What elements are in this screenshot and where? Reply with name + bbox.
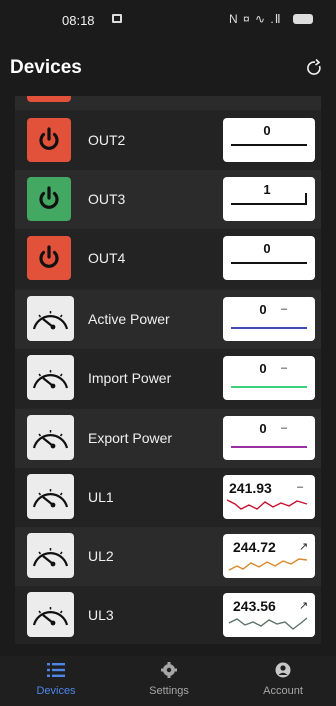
power-icon	[39, 245, 59, 268]
sparkline	[231, 386, 307, 388]
app-header: Devices	[0, 40, 336, 96]
value-step	[305, 193, 307, 205]
value-card: 241.93 –	[223, 475, 315, 519]
gauge-icon	[32, 430, 69, 449]
status-time: 08:18	[62, 13, 95, 28]
device-label: Import Power	[88, 370, 172, 386]
device-label: Export Power	[88, 430, 173, 446]
nav-label: Devices	[36, 685, 76, 697]
power-button[interactable]	[27, 96, 71, 102]
device-value: 243.56	[233, 598, 276, 614]
bottom-nav: Devices Settings Account	[0, 656, 336, 706]
trend-icon: ↗	[299, 541, 309, 553]
gear-icon	[161, 662, 177, 678]
notification-icon	[112, 14, 122, 23]
sparkline	[231, 446, 307, 448]
account-icon	[275, 662, 291, 678]
device-row-ul1[interactable]: UL1 241.93 –	[15, 468, 321, 527]
device-value: 1	[263, 182, 271, 197]
sparkline	[231, 327, 307, 329]
device-label: UL2	[88, 548, 114, 564]
meter-button[interactable]	[27, 474, 74, 519]
device-row-partial	[15, 96, 321, 110]
device-row-active-power[interactable]: Active Power 0 –	[15, 290, 321, 349]
value-underline	[231, 203, 307, 205]
power-button[interactable]	[27, 177, 71, 221]
device-row-export-power[interactable]: Export Power 0 –	[15, 409, 321, 468]
meter-button[interactable]	[27, 355, 74, 400]
trend-icon: –	[281, 362, 288, 374]
device-row-out3[interactable]: OUT3 1	[15, 170, 321, 229]
status-indicators: N ¤ ∿ .Ⅱ	[229, 12, 282, 26]
power-button[interactable]	[27, 236, 71, 280]
refresh-icon[interactable]	[304, 58, 324, 78]
device-row-out4[interactable]: OUT4 0	[15, 229, 321, 288]
device-label: UL1	[88, 489, 114, 505]
device-value: 241.93	[229, 480, 272, 496]
device-row-import-power[interactable]: Import Power 0 –	[15, 349, 321, 408]
page-title: Devices	[10, 57, 82, 78]
gauge-icon	[32, 548, 69, 567]
meter-button[interactable]	[27, 296, 74, 341]
gauge-icon	[32, 370, 69, 389]
device-list[interactable]: OUT2 0 OUT3 1 OUT4 0 Active Power 0 – Im…	[15, 96, 321, 644]
device-value: 0	[259, 302, 267, 317]
value-card: 0 –	[223, 356, 315, 400]
trend-icon: –	[281, 303, 288, 315]
device-value: 0	[263, 241, 271, 256]
trend-icon: –	[281, 422, 288, 434]
value-card: 0	[223, 236, 315, 280]
nav-label: Account	[263, 685, 303, 697]
battery-icon	[293, 14, 313, 24]
device-row-ul2[interactable]: UL2 244.72 ↗	[15, 527, 321, 586]
value-card: 1	[223, 177, 315, 221]
device-value: 0	[259, 421, 267, 436]
meter-button[interactable]	[27, 533, 74, 578]
trend-icon: –	[297, 481, 304, 493]
gauge-icon	[32, 607, 69, 626]
device-value: 0	[259, 361, 267, 376]
device-label: Active Power	[88, 311, 170, 327]
nav-account[interactable]: Account	[243, 660, 323, 704]
value-card: 243.56 ↗	[223, 593, 315, 637]
power-button[interactable]	[27, 118, 71, 162]
device-label: OUT3	[88, 191, 126, 207]
meter-button[interactable]	[27, 415, 74, 460]
gauge-icon	[32, 311, 69, 330]
device-row-out2[interactable]: OUT2 0	[15, 111, 321, 170]
gauge-icon	[32, 489, 69, 508]
device-label: OUT4	[88, 250, 126, 266]
sparkline	[227, 499, 308, 510]
device-label: UL3	[88, 607, 114, 623]
trend-icon: ↗	[299, 600, 309, 612]
device-value: 0	[263, 123, 271, 138]
meter-button[interactable]	[27, 592, 74, 637]
value-underline	[231, 262, 307, 264]
device-row-ul3[interactable]: UL3 243.56 ↗	[15, 586, 321, 644]
nav-devices[interactable]: Devices	[16, 660, 96, 704]
power-icon	[39, 186, 59, 209]
sparkline	[228, 558, 308, 571]
device-label: OUT2	[88, 132, 126, 148]
sparkline	[228, 617, 308, 630]
nav-settings[interactable]: Settings	[129, 660, 209, 704]
status-bar: 08:18 N ¤ ∿ .Ⅱ	[0, 0, 336, 40]
value-card: 0 –	[223, 297, 315, 341]
value-underline	[231, 144, 307, 146]
value-card: 244.72 ↗	[223, 534, 315, 578]
list-icon	[47, 663, 65, 677]
value-card: 0 –	[223, 416, 315, 460]
device-value: 244.72	[233, 539, 276, 555]
nav-label: Settings	[149, 685, 189, 697]
value-card: 0	[223, 118, 315, 162]
power-icon	[39, 127, 59, 150]
